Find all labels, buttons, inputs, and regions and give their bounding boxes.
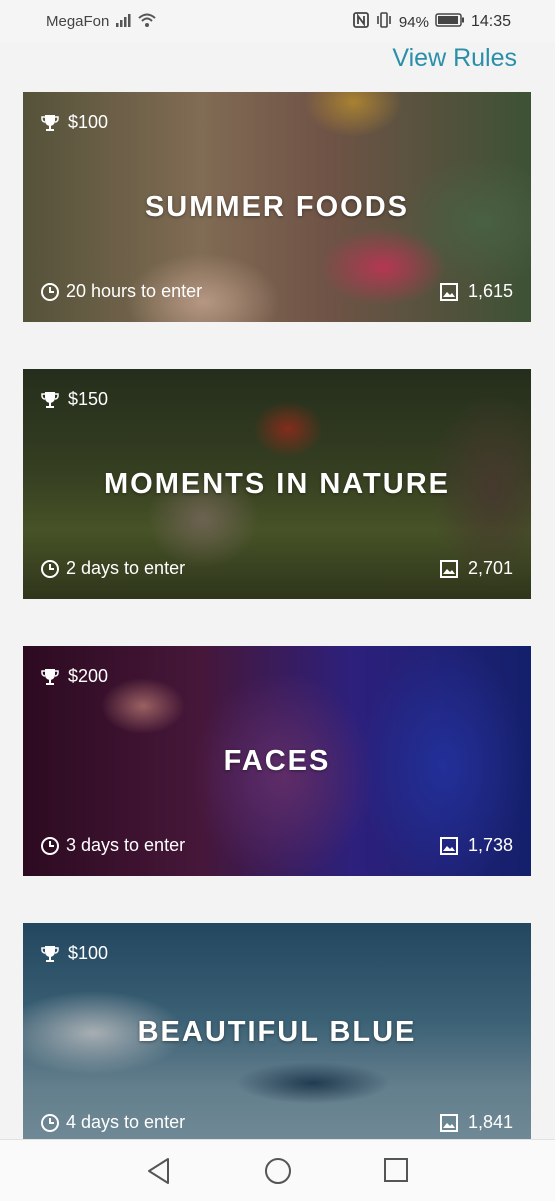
status-bar: MegaFon 94% 14:35 <box>0 0 555 42</box>
signal-icon <box>115 12 133 32</box>
deadline-text: 20 hours to enter <box>66 281 203 301</box>
battery-percent: 94% <box>398 13 429 31</box>
image-icon <box>439 1113 458 1132</box>
view-rules-link[interactable]: View Rules <box>392 44 517 73</box>
home-icon[interactable] <box>264 1157 292 1190</box>
battery-icon <box>435 13 465 31</box>
image-icon <box>439 836 458 855</box>
entries-number: 1,738 <box>467 835 513 855</box>
status-right-group: 94% 14:35 <box>353 12 511 32</box>
clock-icon <box>40 836 60 856</box>
deadline-label: 20 hours to enter <box>40 281 202 302</box>
entries-count: 1,841 <box>439 1112 513 1133</box>
clock-icon <box>40 559 60 579</box>
entries-number: 1,615 <box>467 281 513 301</box>
vibrate-icon <box>375 12 393 32</box>
entries-number: 1,841 <box>467 1112 513 1132</box>
deadline-label: 4 days to enter <box>40 1112 185 1133</box>
image-icon <box>439 282 458 301</box>
nfc-icon <box>353 12 369 32</box>
navigation-bar <box>0 1139 555 1201</box>
entries-number: 2,701 <box>467 558 513 578</box>
wifi-icon <box>137 11 157 33</box>
entries-count: 2,701 <box>439 558 513 579</box>
deadline-text: 4 days to enter <box>66 1112 186 1132</box>
carrier-name: MegaFon <box>46 13 110 30</box>
clock-icon <box>40 282 60 302</box>
clock-icon <box>40 1113 60 1133</box>
recents-icon[interactable] <box>383 1157 409 1188</box>
deadline-text: 2 days to enter <box>66 558 186 578</box>
challenge-card-beautiful-blue[interactable]: $100 BEAUTIFUL BLUE 4 days to enter 1,84… <box>23 923 531 1141</box>
challenge-card-summer-foods[interactable]: $100 SUMMER FOODS 20 hours to enter 1,61… <box>23 92 531 322</box>
back-icon[interactable] <box>146 1157 172 1190</box>
deadline-label: 3 days to enter <box>40 835 185 856</box>
clock-time: 14:35 <box>470 13 511 30</box>
deadline-label: 2 days to enter <box>40 558 185 579</box>
challenge-card-faces[interactable]: $200 FACES 3 days to enter 1,738 <box>23 646 531 876</box>
challenge-card-moments-in-nature[interactable]: $150 MOMENTS IN NATURE 2 days to enter 2… <box>23 369 531 599</box>
deadline-text: 3 days to enter <box>66 835 186 855</box>
challenge-title: BEAUTIFUL BLUE <box>137 1016 417 1048</box>
entries-count: 1,615 <box>439 281 513 302</box>
image-icon <box>439 559 458 578</box>
entries-count: 1,738 <box>439 835 513 856</box>
